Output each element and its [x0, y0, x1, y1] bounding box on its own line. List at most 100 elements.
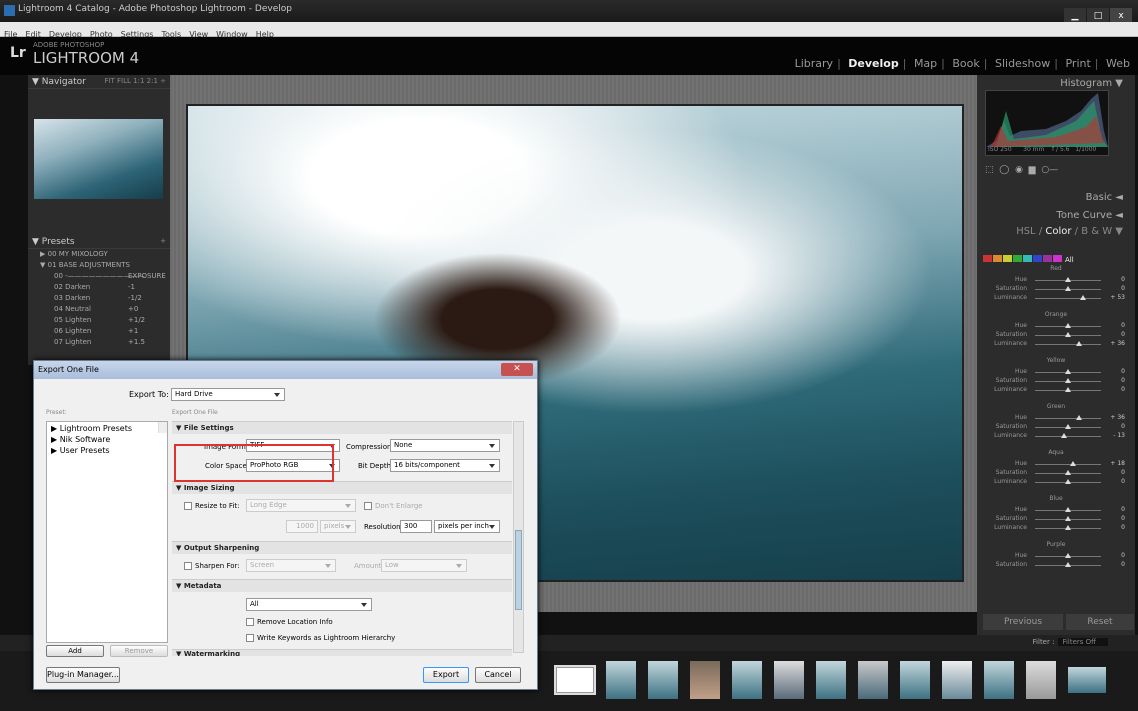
- slider-value[interactable]: 0: [1109, 423, 1125, 430]
- slider-knob[interactable]: [1065, 369, 1071, 374]
- checkbox-icon[interactable]: [246, 618, 254, 626]
- dont-enlarge-checkbox[interactable]: Don't Enlarge: [364, 502, 423, 510]
- slider-value[interactable]: 0: [1109, 552, 1125, 559]
- slider-knob[interactable]: [1065, 378, 1071, 383]
- module-web[interactable]: Web: [1104, 57, 1132, 70]
- slider-knob[interactable]: [1065, 479, 1071, 484]
- slider-value[interactable]: 0: [1109, 506, 1125, 513]
- slider-knob[interactable]: [1075, 415, 1082, 420]
- slider-purple-hue[interactable]: Hue 0: [981, 552, 1129, 561]
- slider-value[interactable]: + 36: [1109, 414, 1125, 421]
- filmstrip-thumbnail[interactable]: [858, 661, 888, 699]
- tab-color[interactable]: Color: [1045, 226, 1071, 237]
- slider-orange-luminance[interactable]: Luminance + 36: [981, 340, 1129, 349]
- checkbox-icon[interactable]: [246, 634, 254, 642]
- slider-aqua-saturation[interactable]: Saturation 0: [981, 469, 1129, 478]
- swatch-aqua[interactable]: [1023, 255, 1032, 262]
- slider-aqua-luminance[interactable]: Luminance 0: [981, 478, 1129, 487]
- filmstrip-thumbnail[interactable]: [606, 661, 636, 699]
- filmstrip-thumbnail[interactable]: [900, 661, 930, 699]
- filter-select[interactable]: Filters Off: [1058, 638, 1108, 646]
- slider-knob[interactable]: [1065, 387, 1071, 392]
- slider-value[interactable]: 0: [1109, 469, 1125, 476]
- preset-item[interactable]: 04 Neutral +0: [28, 304, 170, 315]
- slider-green-hue[interactable]: Hue + 36: [981, 414, 1129, 423]
- dialog-close-button[interactable]: ✕: [501, 363, 533, 376]
- adjustment-brush-icon[interactable]: ○—: [1041, 165, 1058, 175]
- slider-knob[interactable]: [1065, 286, 1071, 291]
- filmstrip-thumbnail[interactable]: [1026, 661, 1056, 699]
- filmstrip-thumbnail[interactable]: [648, 661, 678, 699]
- plugin-manager-button[interactable]: Plug-in Manager...: [46, 667, 120, 683]
- slider-value[interactable]: 0: [1109, 377, 1125, 384]
- presets-header[interactable]: ▼ Presets +: [28, 235, 170, 249]
- slider-yellow-saturation[interactable]: Saturation 0: [981, 377, 1129, 386]
- filmstrip-thumbnail[interactable]: [774, 661, 804, 699]
- preset-folder[interactable]: ▶ 00 MY MIXOLOGY: [28, 249, 170, 260]
- previous-button[interactable]: Previous: [983, 614, 1063, 630]
- module-print[interactable]: Print: [1063, 57, 1092, 70]
- swatch-all[interactable]: All: [1065, 256, 1074, 264]
- slider-knob[interactable]: [1061, 433, 1068, 438]
- spot-removal-icon[interactable]: ◯: [999, 165, 1009, 175]
- amount-select[interactable]: Low: [381, 559, 467, 572]
- slider-purple-saturation[interactable]: Saturation 0: [981, 561, 1129, 570]
- filmstrip-thumbnail[interactable]: [732, 661, 762, 699]
- crop-tool-icon[interactable]: ⬚: [985, 165, 994, 175]
- metadata-header[interactable]: ▼ Metadata: [172, 579, 512, 592]
- preset-item[interactable]: 00 -——————————— EXPOSURE: [28, 271, 170, 282]
- module-book[interactable]: Book: [950, 57, 981, 70]
- resolution-input[interactable]: 300: [400, 520, 432, 533]
- preset-item[interactable]: 05 Lighten +1/2: [28, 315, 170, 326]
- slider-yellow-luminance[interactable]: Luminance 0: [981, 386, 1129, 395]
- basic-panel-header[interactable]: Basic ◄: [977, 189, 1135, 205]
- filmstrip-thumbnail-selected[interactable]: [554, 665, 596, 695]
- swatch-blue[interactable]: [1033, 255, 1042, 262]
- remove-preset-button[interactable]: Remove: [110, 645, 168, 657]
- slider-track[interactable]: [1035, 418, 1101, 419]
- module-develop[interactable]: Develop: [846, 57, 900, 70]
- slider-knob[interactable]: [1065, 470, 1071, 475]
- slider-value[interactable]: 0: [1109, 561, 1125, 568]
- output-sharpening-header[interactable]: ▼ Output Sharpening: [172, 541, 512, 554]
- slider-aqua-hue[interactable]: Hue + 18: [981, 460, 1129, 469]
- remove-location-checkbox[interactable]: Remove Location Info: [246, 618, 333, 626]
- preset-item[interactable]: 06 Lighten +1: [28, 326, 170, 337]
- slider-knob[interactable]: [1065, 553, 1071, 558]
- slider-value[interactable]: - 13: [1109, 432, 1125, 439]
- slider-blue-hue[interactable]: Hue 0: [981, 506, 1129, 515]
- filmstrip-thumbnail[interactable]: [1068, 667, 1106, 693]
- slider-track[interactable]: [1035, 436, 1101, 437]
- preset-group-nik[interactable]: ▶ Nik Software: [47, 435, 167, 446]
- swatch-purple[interactable]: [1043, 255, 1052, 262]
- slider-knob[interactable]: [1065, 507, 1071, 512]
- module-slideshow[interactable]: Slideshow: [993, 57, 1052, 70]
- slider-yellow-hue[interactable]: Hue 0: [981, 368, 1129, 377]
- filmstrip-thumbnail[interactable]: [984, 661, 1014, 699]
- settings-scrollbar[interactable]: [513, 421, 524, 653]
- filmstrip-thumbnail[interactable]: [942, 661, 972, 699]
- file-settings-header[interactable]: ▼ File Settings: [172, 421, 512, 434]
- add-preset-button[interactable]: Add: [46, 645, 104, 657]
- slider-knob[interactable]: [1065, 562, 1071, 567]
- navigator-zoom-options[interactable]: FIT FILL 1:1 2:1 ÷: [104, 77, 166, 85]
- preset-folder[interactable]: ▼ 01 BASE ADJUSTMENTS: [28, 260, 170, 271]
- slider-orange-saturation[interactable]: Saturation 0: [981, 331, 1129, 340]
- checkbox-icon[interactable]: [184, 502, 192, 510]
- tone-curve-header[interactable]: Tone Curve ◄: [977, 207, 1135, 223]
- metadata-select[interactable]: All: [246, 598, 372, 611]
- slider-value[interactable]: 0: [1109, 276, 1125, 283]
- image-sizing-header[interactable]: ▼ Image Sizing: [172, 481, 512, 494]
- swatch-magenta[interactable]: [1053, 255, 1062, 262]
- resize-mode-select[interactable]: Long Edge: [246, 499, 356, 512]
- slider-knob[interactable]: [1065, 332, 1071, 337]
- slider-value[interactable]: + 36: [1109, 340, 1125, 347]
- bit-depth-select[interactable]: 16 bits/component: [390, 459, 500, 472]
- preset-list-scrollbar[interactable]: [158, 422, 167, 433]
- compression-select[interactable]: None: [390, 439, 500, 452]
- resize-to-fit-checkbox[interactable]: Resize to Fit:: [184, 502, 239, 510]
- slider-orange-hue[interactable]: Hue 0: [981, 322, 1129, 331]
- preset-item[interactable]: 07 Lighten +1.5: [28, 337, 170, 348]
- histogram-header[interactable]: Histogram ▼: [977, 75, 1135, 91]
- slider-red-luminance[interactable]: Luminance + 53: [981, 294, 1129, 303]
